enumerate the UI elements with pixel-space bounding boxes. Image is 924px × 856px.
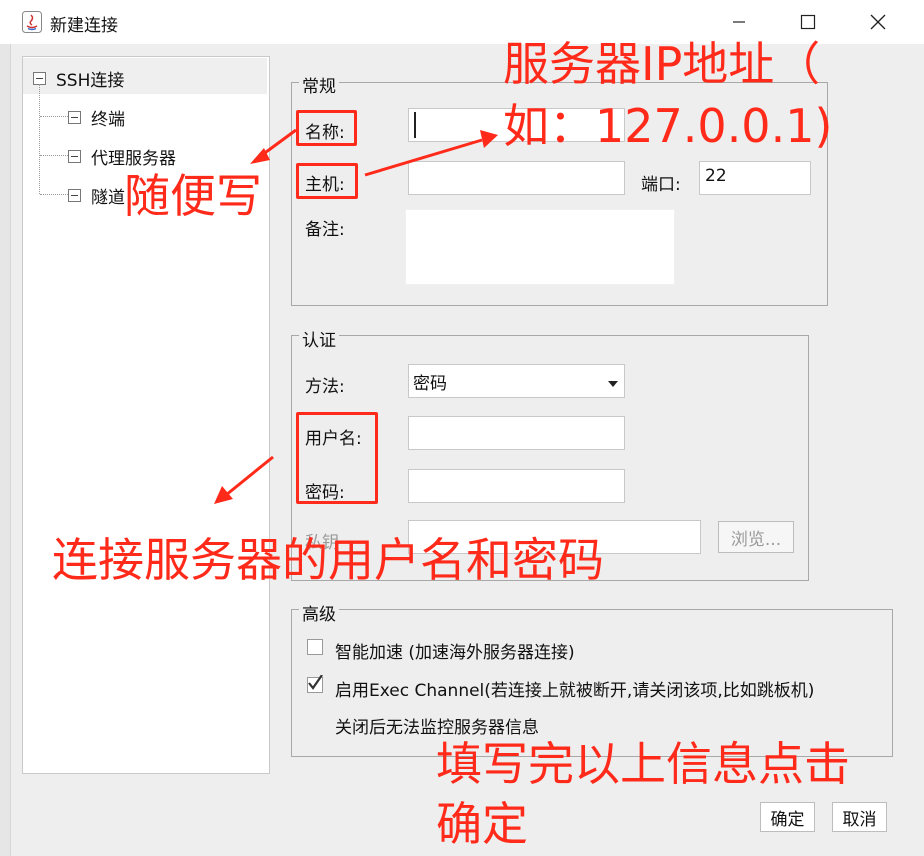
annotation-done-line1: 填写完以上信息点击 <box>436 737 850 791</box>
annotation-done-line2: 确定 <box>436 797 528 851</box>
arrow-head <box>214 486 233 504</box>
arrow-line <box>261 128 297 157</box>
arrow-head <box>480 130 498 148</box>
arrow-line <box>364 138 483 177</box>
arrow-line <box>225 455 274 497</box>
annotation-credentials: 连接服务器的用户名和密码 <box>52 533 604 587</box>
annotation-ip-line2: 如：127.0.0.1) <box>503 99 833 153</box>
annotation-ip-line1: 服务器IP地址（ <box>503 37 821 91</box>
annotation-random: 随便写 <box>124 169 262 223</box>
